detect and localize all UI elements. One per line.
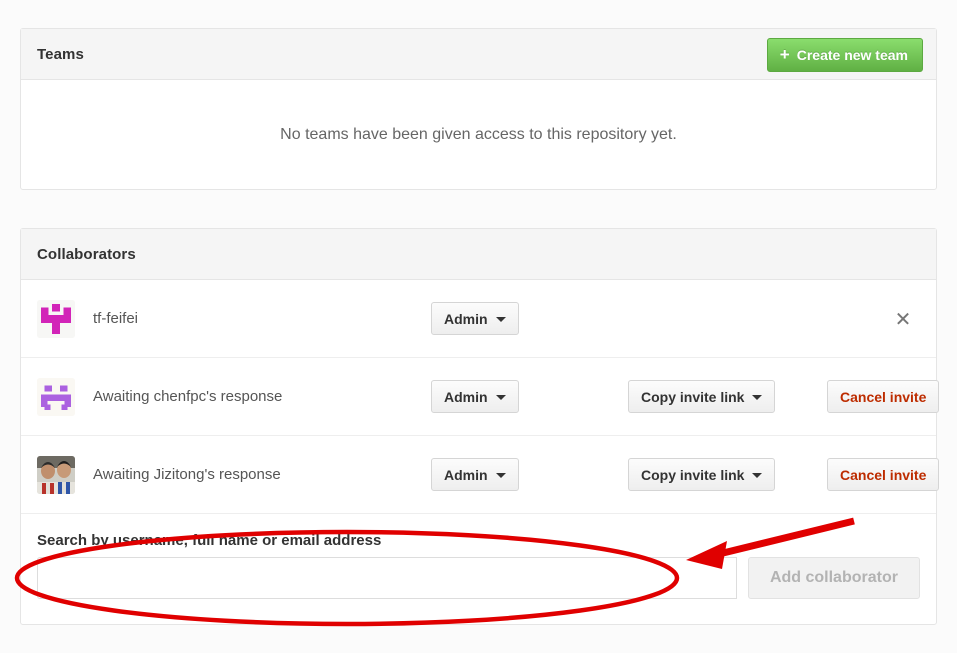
role-dropdown-admin[interactable]: Admin — [431, 458, 519, 491]
chevron-down-icon — [752, 473, 763, 478]
role-label: Admin — [444, 388, 488, 405]
role-label: Admin — [444, 466, 488, 483]
search-field-label: Search by username, full name or email a… — [37, 532, 382, 549]
cancel-invite-label: Cancel invite — [840, 466, 927, 483]
chevron-down-icon — [495, 317, 506, 322]
collaborators-panel: Collaborators tf-feifei Admin ✕ Awaiting… — [20, 228, 940, 625]
add-collaborator-form: Search by username, full name or email a… — [21, 514, 936, 633]
copy-invite-link-label: Copy invite link — [641, 388, 745, 405]
search-input[interactable] — [37, 557, 737, 599]
teams-empty-state: No teams have been given access to this … — [21, 80, 936, 189]
collaborators-title: Collaborators — [37, 245, 136, 263]
chevron-down-icon — [752, 395, 763, 400]
chevron-down-icon — [495, 395, 506, 400]
avatar — [37, 455, 75, 494]
table-row: Awaiting Jizitong's response Admin Copy … — [21, 436, 940, 514]
collaborator-name: Awaiting Jizitong's response — [93, 466, 281, 483]
collaborators-panel-header: Collaborators — [21, 229, 936, 280]
role-dropdown-admin[interactable]: Admin — [431, 302, 519, 335]
plus-icon: + — [779, 44, 790, 64]
copy-invite-link-button[interactable]: Copy invite link — [628, 458, 776, 491]
avatar — [37, 299, 75, 338]
copy-invite-link-button[interactable]: Copy invite link — [628, 380, 776, 413]
teams-panel: Teams + Create new team No teams have be… — [20, 28, 937, 190]
teams-title: Teams — [37, 45, 84, 63]
create-new-team-label: Create new team — [796, 47, 908, 63]
teams-empty-message: No teams have been given access to this … — [280, 125, 677, 143]
role-label: Admin — [444, 310, 488, 327]
copy-invite-link-label: Copy invite link — [641, 466, 745, 483]
table-row: tf-feifei Admin ✕ — [21, 280, 936, 358]
page-background: Teams + Create new team No teams have be… — [0, 0, 957, 653]
table-row: Awaiting chenfpc's response Admin Copy i… — [21, 358, 940, 436]
collaborator-name: tf-feifei — [93, 310, 139, 327]
collaborator-name: Awaiting chenfpc's response — [93, 388, 283, 405]
cancel-invite-button[interactable]: Cancel invite — [827, 380, 940, 413]
close-icon: ✕ — [894, 306, 912, 331]
add-collaborator-button[interactable]: Add collaborator — [747, 557, 920, 599]
chevron-down-icon — [495, 473, 506, 478]
remove-collaborator-button[interactable]: ✕ — [892, 308, 914, 330]
role-dropdown-admin[interactable]: Admin — [431, 380, 519, 413]
teams-panel-header: Teams + Create new team — [21, 29, 936, 80]
create-new-team-button[interactable]: + Create new team — [766, 38, 923, 72]
avatar — [37, 377, 75, 416]
cancel-invite-label: Cancel invite — [840, 388, 927, 405]
cancel-invite-button[interactable]: Cancel invite — [827, 458, 940, 491]
